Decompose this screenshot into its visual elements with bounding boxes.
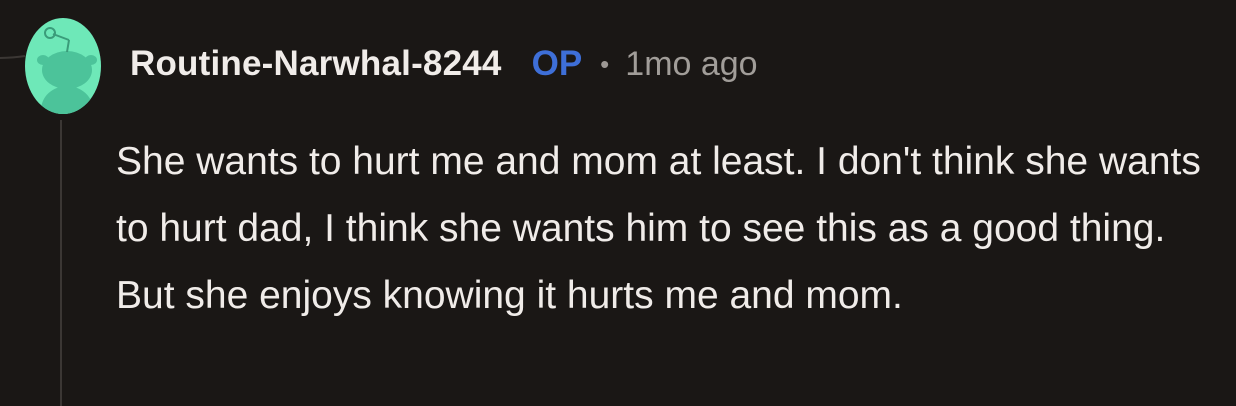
op-badge: OP (531, 44, 583, 83)
snoo-avatar-icon (25, 18, 101, 114)
separator-dot: • (600, 48, 610, 79)
thread-line[interactable] (60, 120, 62, 406)
avatar[interactable] (23, 10, 103, 115)
comment-timestamp[interactable]: 1mo ago (625, 45, 757, 84)
author-username[interactable]: Routine-Narwhal-8244 (130, 44, 502, 84)
comment-body: She wants to hurt me and mom at least. I… (116, 140, 1201, 317)
comment-header: Routine-Narwhal-8244 OP • 1mo ago (130, 40, 758, 88)
